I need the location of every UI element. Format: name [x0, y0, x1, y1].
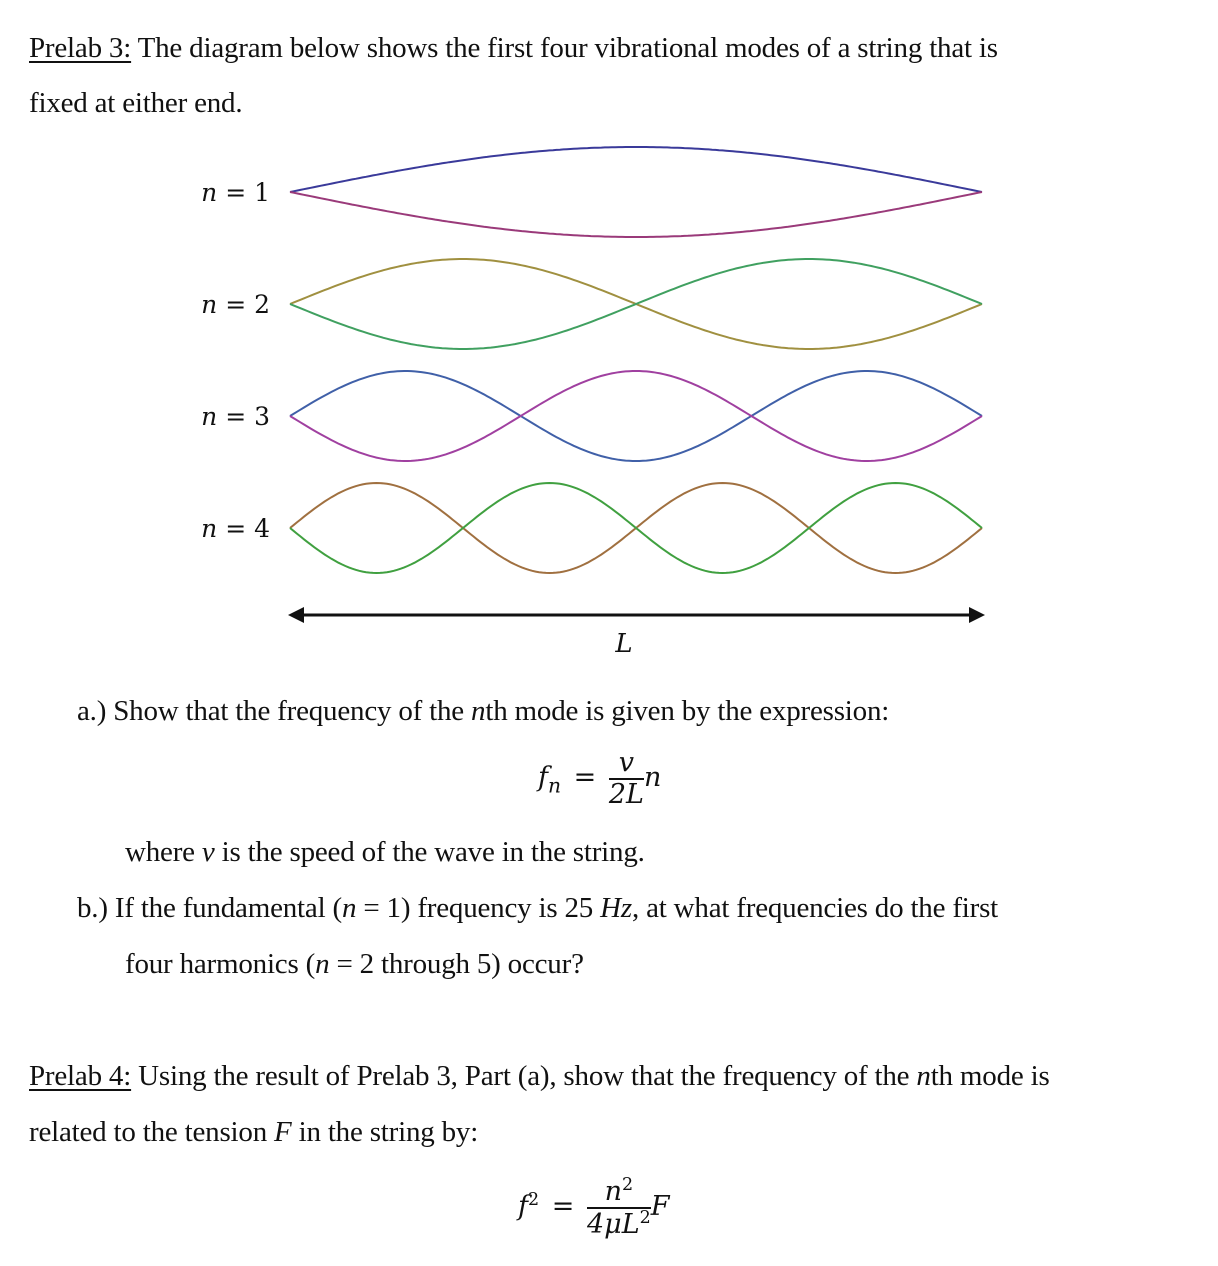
eq1-lhs-sub: n — [548, 773, 562, 798]
prelab3-intro-line1: Prelab 3: The diagram below shows the fi… — [29, 32, 998, 65]
prelab4-l1-var: n — [916, 1060, 931, 1092]
part-b-l2a: four harmonics ( — [125, 948, 316, 980]
prelab3-heading: Prelab 3: — [29, 32, 132, 64]
prelab4-l2a: related to the tension — [29, 1116, 275, 1148]
part-a-suffix: th mode is given by the expression: — [485, 695, 890, 727]
mode-label-4: n = 4 — [201, 514, 270, 543]
prelab4-l2b: in the string by: — [291, 1116, 479, 1148]
prelab4-l2-var: F — [274, 1116, 292, 1148]
mode-label-1: n = 1 — [201, 178, 270, 207]
part-b-l1b: = 1) frequency is 25 — [356, 892, 601, 924]
modes-group: n = 1 n = 2 n = 3 n = 4 — [201, 146, 983, 575]
prelab3-intro-line2: fixed at either end. — [29, 87, 243, 119]
part-a-where: where v is the speed of the wave in the … — [125, 836, 645, 869]
eq2-fraction: n2 4μL2 — [586, 1175, 651, 1240]
mode-1-curve-upper — [289, 146, 983, 193]
eq2-numerator: n2 — [586, 1175, 651, 1209]
tension-equation: f2 = n2 4μL2 F — [518, 1175, 670, 1240]
part-b-line1: b.) If the fundamental (n = 1) frequency… — [77, 892, 998, 925]
eq1-tail: n — [643, 762, 662, 794]
prelab4-heading: Prelab 4: — [29, 1060, 132, 1092]
length-arrow — [288, 607, 985, 623]
prelab4-line2: related to the tension F in the string b… — [29, 1116, 478, 1149]
eq2-den-var: 4μL — [586, 1208, 640, 1240]
prelab4-line1: Prelab 4: Using the result of Prelab 3, … — [29, 1060, 1050, 1093]
part-b-l1a: b.) If the fundamental ( — [77, 892, 342, 924]
part-a-prompt: a.) Show that the frequency of the nth m… — [77, 695, 889, 728]
eq2-den-sup: 2 — [639, 1207, 651, 1228]
where-post: is the speed of the wave in the string. — [214, 836, 645, 868]
mode-3-curve-upper — [289, 370, 983, 462]
eq1-equals: = — [573, 762, 597, 794]
part-a-prefix: a.) Show that the frequency of the — [77, 695, 472, 727]
length-label: L — [614, 629, 632, 659]
frequency-equation: fn = v 2L n — [538, 748, 661, 809]
eq2-num-sup: 2 — [621, 1175, 634, 1195]
vibrational-modes-diagram: n = 1 n = 2 n = 3 n = 4 L — [201, 146, 985, 659]
prelab4-l1a: Using the result of Prelab 3, Part (a), … — [131, 1060, 917, 1092]
eq1-fraction: v 2L — [608, 748, 644, 810]
part-b-l1c: , at what frequencies do the first — [632, 892, 999, 924]
part-b-l1-var: n — [341, 892, 357, 924]
mode-1-curve-lower — [289, 191, 983, 238]
eq2-denominator: 4μL2 — [586, 1207, 651, 1240]
eq2-num-var: n — [604, 1176, 622, 1207]
part-b-l2-var: n — [315, 948, 330, 980]
eq1-lhs: f — [538, 762, 548, 794]
part-a-var: n — [471, 695, 486, 727]
eq1-numerator: v — [608, 748, 644, 780]
eq2-lhs-sup: 2 — [528, 1190, 540, 1211]
mode-label-3: n = 3 — [201, 402, 270, 431]
length-arrow-right-head — [969, 607, 985, 623]
prelab4-l1b: th mode is — [930, 1060, 1050, 1092]
eq2-tail: F — [650, 1191, 670, 1223]
eq2-lhs: f — [518, 1191, 528, 1223]
where-pre: where — [125, 836, 202, 868]
eq2-equals: = — [551, 1191, 575, 1223]
part-b-unit: Hz — [600, 892, 632, 924]
prelab3-intro-text: The diagram below shows the first four v… — [131, 32, 998, 64]
mode-3-curve-lower — [289, 370, 983, 462]
eq1-denominator: 2L — [608, 778, 644, 810]
part-b-l2b: = 2 through 5) occur? — [329, 948, 584, 980]
where-var: v — [201, 836, 215, 868]
part-b-line2: four harmonics (n = 2 through 5) occur? — [125, 948, 584, 981]
mode-2-curve-lower — [289, 258, 983, 350]
length-arrow-left-head — [288, 607, 304, 623]
mode-label-2: n = 2 — [201, 290, 270, 319]
mode-4-curve-lower — [289, 481, 983, 575]
